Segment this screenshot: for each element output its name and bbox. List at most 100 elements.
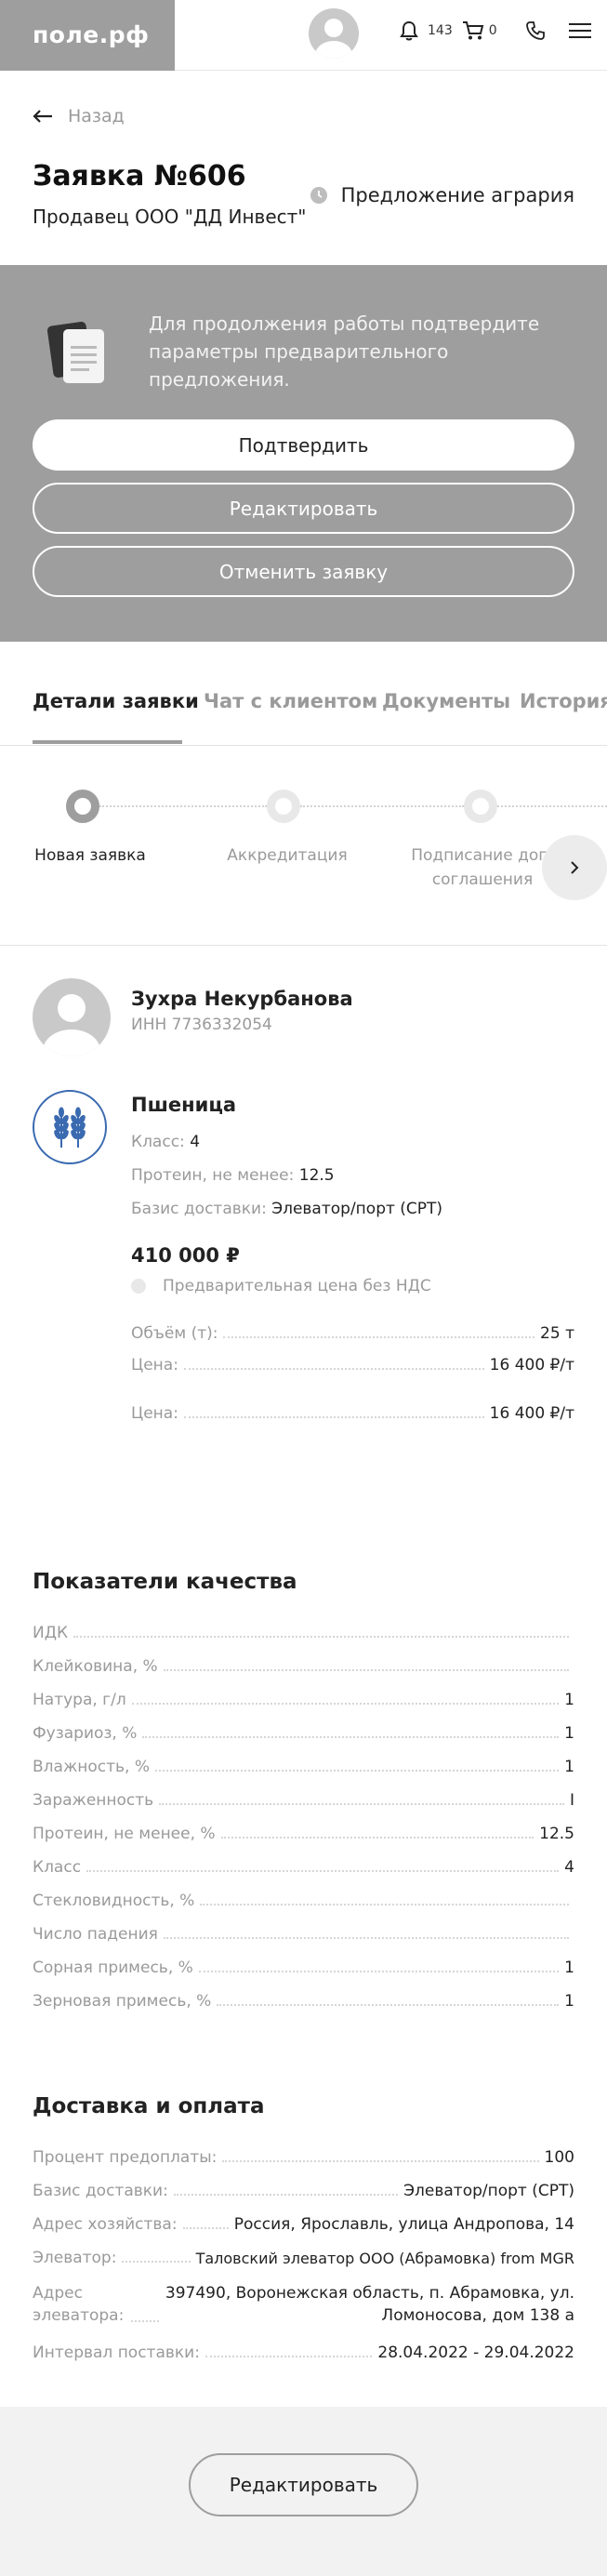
list-item: Зараженность I bbox=[33, 1791, 574, 1810]
row-label: Сорная примесь, % bbox=[33, 1959, 193, 1977]
chevron-right-icon bbox=[571, 861, 579, 874]
confirm-panel: Для продолжения работы подтвердите парам… bbox=[0, 265, 607, 642]
row-label: Процент предоплаты: bbox=[33, 2148, 218, 2167]
quality-title: Показатели качества bbox=[33, 1570, 297, 1594]
step-connector bbox=[497, 805, 607, 807]
list-item: Протеин, не менее, % 12.5 bbox=[33, 1825, 574, 1843]
row-value: Россия, Ярославль, улица Андропова, 14 bbox=[233, 2215, 574, 2234]
list-item: Элеватор: Таловский элеватор ООО (Абрамов… bbox=[33, 2249, 574, 2267]
product-class: Класс: 4 bbox=[131, 1133, 200, 1151]
row-value: 4 bbox=[564, 1858, 574, 1877]
top-header: поле.рф 143 0 bbox=[0, 0, 607, 71]
step-dot-accreditation bbox=[267, 790, 300, 823]
price-per-ton-row: Цена: 16 400 ₽/т bbox=[131, 1404, 574, 1423]
product-protein: Протеин, не менее: 12.5 bbox=[131, 1166, 335, 1185]
tab-documents[interactable]: Документы bbox=[382, 690, 510, 712]
bell-icon[interactable] bbox=[400, 20, 418, 41]
row-label: Объём (т): bbox=[131, 1324, 218, 1343]
cancel-order-button[interactable]: Отменить заявку bbox=[33, 546, 574, 597]
phone-icon[interactable] bbox=[525, 20, 546, 41]
list-item: Клейковина, % bbox=[33, 1657, 574, 1676]
row-value: 25 т bbox=[540, 1324, 574, 1343]
customer-avatar bbox=[33, 978, 111, 1056]
tab-history[interactable]: История bbox=[520, 690, 607, 712]
row-value: 1 bbox=[564, 1691, 574, 1709]
tabs-bar: Детали заявки Чат с клиентом Документы И… bbox=[0, 642, 607, 746]
edit-proposal-button[interactable]: Редактировать bbox=[33, 483, 574, 534]
user-silhouette-icon bbox=[315, 19, 352, 59]
row-label: Клейковина, % bbox=[33, 1657, 158, 1676]
back-label: Назад bbox=[68, 106, 125, 126]
price-per-ton-row: Цена: 16 400 ₽/т bbox=[131, 1356, 574, 1374]
step-label-accreditation: Аккредитация bbox=[227, 846, 348, 865]
step-dot-agreement bbox=[464, 790, 497, 823]
row-label: Адрес хозяйства: bbox=[33, 2215, 178, 2234]
arrow-left-icon bbox=[33, 110, 52, 123]
step-dot-new bbox=[66, 790, 99, 823]
proposal-status: Предложение агрария bbox=[310, 184, 574, 206]
row-value: 12.5 bbox=[539, 1825, 574, 1843]
row-label: Зерновая примесь, % bbox=[33, 1992, 212, 2011]
customer-inn: ИНН 7736332054 bbox=[131, 1016, 272, 1034]
cart-icon[interactable] bbox=[462, 20, 484, 41]
list-item: Адрес хозяйства: Россия, Ярославль, улица… bbox=[33, 2215, 574, 2234]
row-value: 1 bbox=[564, 1959, 574, 1977]
list-item: ИДК bbox=[33, 1624, 574, 1642]
product-card: Пшеница Класс: 4 Протеин, не менее: 12.5… bbox=[33, 1090, 574, 1443]
list-item: Класс 4 bbox=[33, 1858, 574, 1877]
order-header: Заявка №606 Продавец ООО "ДД Инвест" bbox=[33, 160, 306, 228]
logo: поле.рф bbox=[33, 21, 150, 48]
row-value: 397490, Воронежская область, п. Абрамовк… bbox=[165, 2284, 574, 2325]
list-item: Влажность, % 1 bbox=[33, 1758, 574, 1776]
product-protein-value: 12.5 bbox=[298, 1166, 335, 1185]
menu-icon[interactable] bbox=[568, 21, 592, 40]
row-label: Число падения bbox=[33, 1925, 158, 1944]
list-item: Базис доставки: Элеватор/порт (CPT) bbox=[33, 2182, 574, 2200]
page-title: Заявка №606 bbox=[33, 160, 246, 193]
list-item: Зерновая примесь, % 1 bbox=[33, 1992, 574, 2011]
list-item: Стекловидность, % bbox=[33, 1892, 574, 1910]
edit-order-button[interactable]: Редактировать bbox=[189, 2453, 418, 2516]
tab-chat[interactable]: Чат с клиентом bbox=[204, 690, 377, 712]
info-dot-icon bbox=[131, 1279, 146, 1294]
list-item: Адрес элеватора: 397490, Воронежская обла… bbox=[33, 2282, 574, 2327]
row-value: 28.04.2022 - 29.04.2022 bbox=[377, 2344, 574, 2362]
list-item: Натура, г/л 1 bbox=[33, 1691, 574, 1709]
list-item: Фузариоз, % 1 bbox=[33, 1724, 574, 1743]
list-item: Интервал поставки: 28.04.2022 - 29.04.202… bbox=[33, 2344, 574, 2362]
user-avatar[interactable] bbox=[309, 8, 359, 59]
product-basis-value: Элеватор/порт (CPT) bbox=[271, 1200, 443, 1218]
product-class-value: 4 bbox=[190, 1133, 201, 1151]
price-note-label: Предварительная цена без НДС bbox=[163, 1277, 431, 1295]
bottom-action-bar: Редактировать bbox=[0, 2407, 607, 2576]
row-value: I bbox=[569, 1791, 574, 1810]
seller-name: Продавец ООО "ДД Инвест" bbox=[33, 206, 307, 228]
product-price: 410 000 ₽ bbox=[131, 1244, 240, 1267]
order-steps: Новая заявка Аккредитация Подписание доп… bbox=[0, 746, 607, 946]
row-label: Стекловидность, % bbox=[33, 1892, 195, 1910]
step-connector bbox=[300, 805, 464, 807]
logo-link[interactable]: поле.рф bbox=[0, 0, 175, 71]
row-label: Зараженность bbox=[33, 1791, 154, 1810]
product-name: Пшеница bbox=[131, 1094, 237, 1116]
row-value: 16 400 ₽/т bbox=[489, 1404, 574, 1423]
row-value: 1 bbox=[564, 1992, 574, 2011]
row-label: Элеватор: bbox=[33, 2249, 117, 2267]
delivery-title: Доставка и оплата bbox=[33, 2094, 265, 2118]
confirm-button[interactable]: Подтвердить bbox=[33, 419, 574, 471]
row-label: Натура, г/л bbox=[33, 1691, 126, 1709]
row-value: 16 400 ₽/т bbox=[489, 1356, 574, 1374]
volume-row: Объём (т): 25 т bbox=[131, 1324, 574, 1343]
row-value: Таловский элеватор ООО (Абрамовка) from … bbox=[195, 2250, 574, 2267]
steps-next-button[interactable] bbox=[542, 835, 607, 900]
back-link[interactable]: Назад bbox=[33, 106, 125, 126]
row-label: Цена: bbox=[131, 1356, 178, 1374]
row-value: 100 bbox=[544, 2148, 574, 2167]
user-silhouette-icon bbox=[43, 994, 100, 1056]
row-label: Базис доставки: bbox=[33, 2182, 168, 2200]
tab-details[interactable]: Детали заявки bbox=[33, 690, 199, 712]
row-label: Интервал поставки: bbox=[33, 2344, 200, 2362]
page: поле.рф 143 0 Назад Заявка №606 Продавец… bbox=[0, 0, 607, 2576]
header-actions: 143 0 bbox=[400, 20, 592, 41]
active-tab-indicator bbox=[33, 740, 182, 744]
